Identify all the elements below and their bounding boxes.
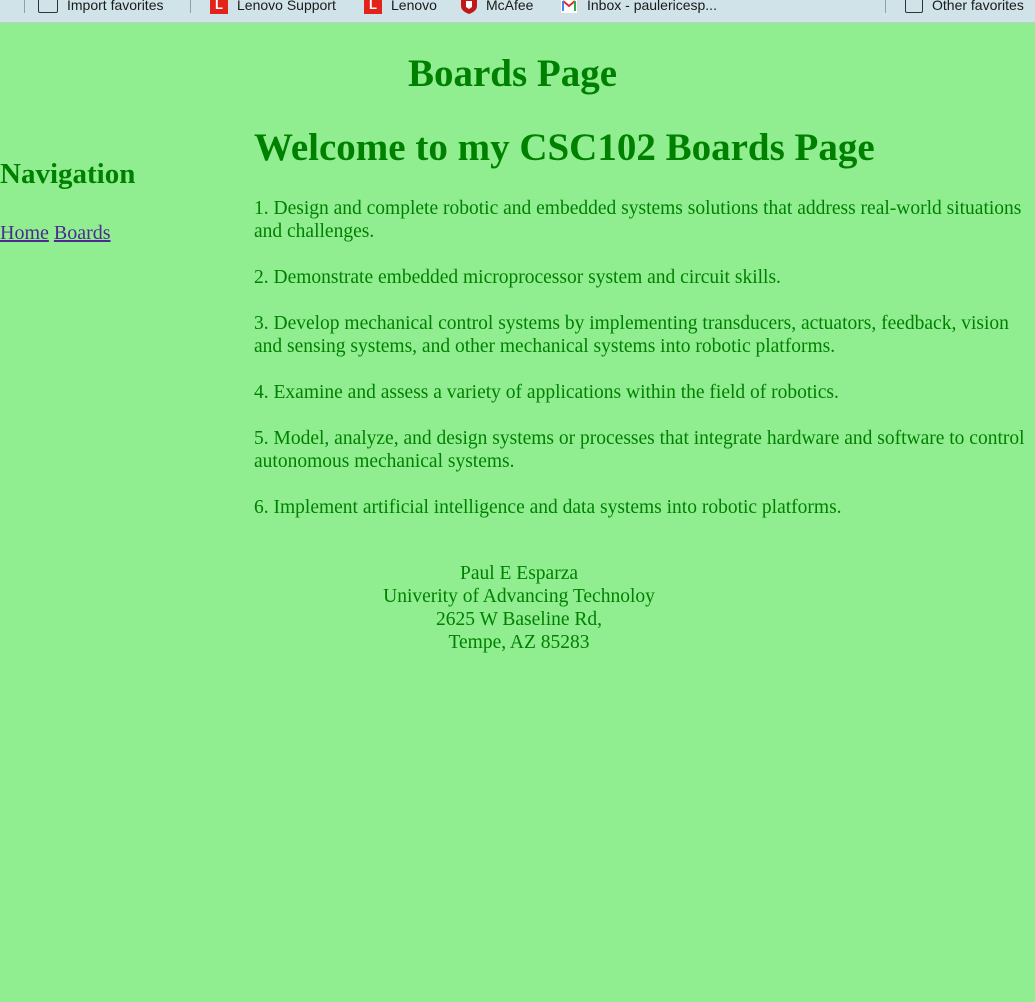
navigation-links: Home Boards [0,220,240,246]
welcome-heading: Welcome to my CSC102 Boards Page [254,126,875,169]
page-header: Boards Page [407,52,618,95]
objective-item: 2. Demonstrate embedded microprocessor s… [254,267,781,288]
footer-name: Paul E Esparza [459,563,579,584]
favorite-label: Lenovo Support [237,0,336,13]
nav-link-boards[interactable]: Boards [54,222,111,244]
footer-street: 2625 W Baseline Rd, [435,609,603,630]
favorites-bar: Import favorites L Lenovo Support L Leno… [0,0,1035,23]
favorite-mcafee[interactable]: McAfee [461,0,533,15]
favorite-label: Import favorites [67,0,164,13]
nav-link-home[interactable]: Home [0,222,49,244]
favorite-other-favorites[interactable]: Other favorites [905,0,1024,15]
objective-item: 6. Implement artificial intelligence and… [254,497,842,518]
favorite-inbox[interactable]: Inbox - paulericesp... [560,0,717,15]
main-content: Welcome to my CSC102 Boards Page 1. Desi… [254,121,1035,542]
folder-icon [905,0,923,13]
import-icon [38,0,58,13]
navigation-heading: Navigation [0,158,136,190]
sidebar-navigation: Navigation Home Boards [0,150,240,246]
favorite-label: Inbox - paulericesp... [587,0,717,13]
favorite-lenovo-support[interactable]: L Lenovo Support [210,0,336,15]
objective-item: 1. Design and complete robotic and embed… [254,198,1022,242]
favorite-label: Other favorites [932,0,1024,13]
favorites-separator [24,0,25,13]
objective-item: 3. Develop mechanical control systems by… [254,313,1009,357]
objectives-list: 1. Design and complete robotic and embed… [254,197,1035,519]
favorites-separator [885,0,886,13]
favorite-label: Lenovo [391,0,437,13]
footer-school: Univerity of Advancing Technoloy [383,586,655,607]
favorite-import-favorites[interactable]: Import favorites [38,0,163,15]
objective-item: 5. Model, analyze, and design systems or… [254,428,1025,472]
footer-address: Paul E Esparza Univerity of Advancing Te… [254,562,784,654]
gmail-icon [560,0,578,14]
lenovo-icon: L [210,0,228,14]
mcafee-shield-icon [461,0,477,14]
footer-city: Tempe, AZ 85283 [448,632,590,653]
favorite-lenovo[interactable]: L Lenovo [364,0,437,15]
favorites-separator [190,0,191,13]
objective-item: 4. Examine and assess a variety of appli… [254,382,839,403]
lenovo-icon: L [364,0,382,14]
favorite-label: McAfee [486,0,534,13]
